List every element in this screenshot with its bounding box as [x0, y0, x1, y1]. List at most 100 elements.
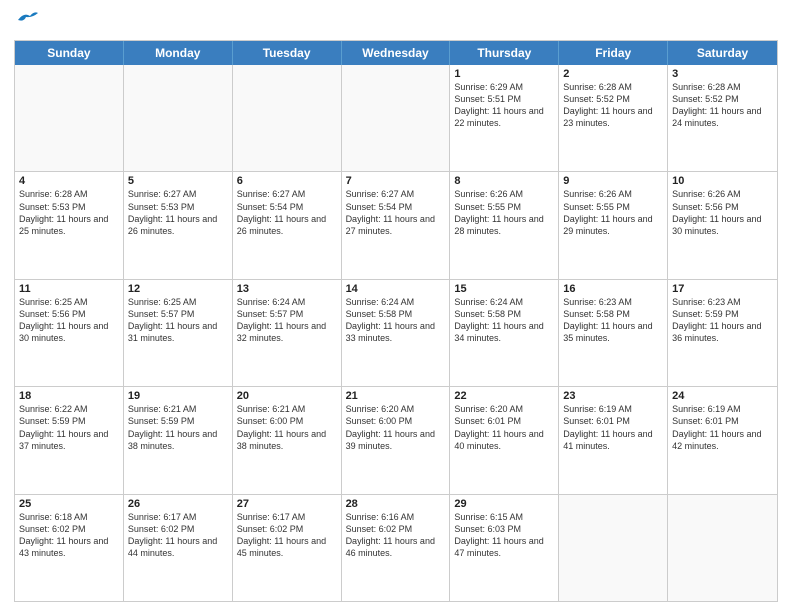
cal-cell: 24Sunrise: 6:19 AM Sunset: 6:01 PM Dayli…: [668, 387, 777, 493]
sun-info: Sunrise: 6:22 AM Sunset: 5:59 PM Dayligh…: [19, 403, 119, 452]
day-number: 4: [19, 175, 119, 187]
cal-cell: 17Sunrise: 6:23 AM Sunset: 5:59 PM Dayli…: [668, 280, 777, 386]
cal-cell: 1Sunrise: 6:29 AM Sunset: 5:51 PM Daylig…: [450, 65, 559, 171]
day-number: 13: [237, 283, 337, 295]
sun-info: Sunrise: 6:19 AM Sunset: 6:01 PM Dayligh…: [563, 403, 663, 452]
header-wednesday: Wednesday: [342, 41, 451, 65]
day-number: 19: [128, 390, 228, 402]
cal-cell: 25Sunrise: 6:18 AM Sunset: 6:02 PM Dayli…: [15, 495, 124, 601]
cal-cell: 16Sunrise: 6:23 AM Sunset: 5:58 PM Dayli…: [559, 280, 668, 386]
day-number: 28: [346, 498, 446, 510]
sun-info: Sunrise: 6:26 AM Sunset: 5:55 PM Dayligh…: [454, 188, 554, 237]
sun-info: Sunrise: 6:24 AM Sunset: 5:57 PM Dayligh…: [237, 296, 337, 345]
sun-info: Sunrise: 6:21 AM Sunset: 6:00 PM Dayligh…: [237, 403, 337, 452]
sun-info: Sunrise: 6:27 AM Sunset: 5:54 PM Dayligh…: [346, 188, 446, 237]
day-number: 12: [128, 283, 228, 295]
sun-info: Sunrise: 6:29 AM Sunset: 5:51 PM Dayligh…: [454, 81, 554, 130]
sun-info: Sunrise: 6:28 AM Sunset: 5:52 PM Dayligh…: [672, 81, 773, 130]
cal-cell: 9Sunrise: 6:26 AM Sunset: 5:55 PM Daylig…: [559, 172, 668, 278]
cal-cell: 11Sunrise: 6:25 AM Sunset: 5:56 PM Dayli…: [15, 280, 124, 386]
logo-bird-icon: [16, 10, 38, 28]
cal-cell: 26Sunrise: 6:17 AM Sunset: 6:02 PM Dayli…: [124, 495, 233, 601]
cal-cell: [668, 495, 777, 601]
week-row-1: 4Sunrise: 6:28 AM Sunset: 5:53 PM Daylig…: [15, 171, 777, 278]
sun-info: Sunrise: 6:23 AM Sunset: 5:58 PM Dayligh…: [563, 296, 663, 345]
cal-cell: 27Sunrise: 6:17 AM Sunset: 6:02 PM Dayli…: [233, 495, 342, 601]
sun-info: Sunrise: 6:27 AM Sunset: 5:54 PM Dayligh…: [237, 188, 337, 237]
day-number: 10: [672, 175, 773, 187]
day-number: 7: [346, 175, 446, 187]
day-number: 2: [563, 68, 663, 80]
header-monday: Monday: [124, 41, 233, 65]
sun-info: Sunrise: 6:20 AM Sunset: 6:00 PM Dayligh…: [346, 403, 446, 452]
cal-cell: [233, 65, 342, 171]
week-row-2: 11Sunrise: 6:25 AM Sunset: 5:56 PM Dayli…: [15, 279, 777, 386]
day-number: 27: [237, 498, 337, 510]
calendar: SundayMondayTuesdayWednesdayThursdayFrid…: [14, 40, 778, 602]
header-thursday: Thursday: [450, 41, 559, 65]
cal-cell: 3Sunrise: 6:28 AM Sunset: 5:52 PM Daylig…: [668, 65, 777, 171]
cal-cell: 2Sunrise: 6:28 AM Sunset: 5:52 PM Daylig…: [559, 65, 668, 171]
header-saturday: Saturday: [668, 41, 777, 65]
cal-cell: 18Sunrise: 6:22 AM Sunset: 5:59 PM Dayli…: [15, 387, 124, 493]
header-friday: Friday: [559, 41, 668, 65]
cal-cell: [559, 495, 668, 601]
cal-cell: 10Sunrise: 6:26 AM Sunset: 5:56 PM Dayli…: [668, 172, 777, 278]
sun-info: Sunrise: 6:19 AM Sunset: 6:01 PM Dayligh…: [672, 403, 773, 452]
day-number: 18: [19, 390, 119, 402]
sun-info: Sunrise: 6:26 AM Sunset: 5:55 PM Dayligh…: [563, 188, 663, 237]
cal-cell: 23Sunrise: 6:19 AM Sunset: 6:01 PM Dayli…: [559, 387, 668, 493]
logo: [14, 10, 38, 34]
header-tuesday: Tuesday: [233, 41, 342, 65]
sun-info: Sunrise: 6:27 AM Sunset: 5:53 PM Dayligh…: [128, 188, 228, 237]
day-number: 5: [128, 175, 228, 187]
day-number: 21: [346, 390, 446, 402]
calendar-header: SundayMondayTuesdayWednesdayThursdayFrid…: [15, 41, 777, 65]
cal-cell: 19Sunrise: 6:21 AM Sunset: 5:59 PM Dayli…: [124, 387, 233, 493]
day-number: 16: [563, 283, 663, 295]
day-number: 29: [454, 498, 554, 510]
sun-info: Sunrise: 6:16 AM Sunset: 6:02 PM Dayligh…: [346, 511, 446, 560]
day-number: 15: [454, 283, 554, 295]
cal-cell: 14Sunrise: 6:24 AM Sunset: 5:58 PM Dayli…: [342, 280, 451, 386]
cal-cell: 7Sunrise: 6:27 AM Sunset: 5:54 PM Daylig…: [342, 172, 451, 278]
calendar-body: 1Sunrise: 6:29 AM Sunset: 5:51 PM Daylig…: [15, 65, 777, 601]
day-number: 1: [454, 68, 554, 80]
day-number: 14: [346, 283, 446, 295]
cal-cell: 29Sunrise: 6:15 AM Sunset: 6:03 PM Dayli…: [450, 495, 559, 601]
cal-cell: [124, 65, 233, 171]
cal-cell: [15, 65, 124, 171]
header-sunday: Sunday: [15, 41, 124, 65]
day-number: 23: [563, 390, 663, 402]
cal-cell: 13Sunrise: 6:24 AM Sunset: 5:57 PM Dayli…: [233, 280, 342, 386]
day-number: 26: [128, 498, 228, 510]
header: [14, 10, 778, 34]
sun-info: Sunrise: 6:25 AM Sunset: 5:57 PM Dayligh…: [128, 296, 228, 345]
cal-cell: 12Sunrise: 6:25 AM Sunset: 5:57 PM Dayli…: [124, 280, 233, 386]
sun-info: Sunrise: 6:17 AM Sunset: 6:02 PM Dayligh…: [237, 511, 337, 560]
cal-cell: 28Sunrise: 6:16 AM Sunset: 6:02 PM Dayli…: [342, 495, 451, 601]
cal-cell: 5Sunrise: 6:27 AM Sunset: 5:53 PM Daylig…: [124, 172, 233, 278]
day-number: 8: [454, 175, 554, 187]
sun-info: Sunrise: 6:18 AM Sunset: 6:02 PM Dayligh…: [19, 511, 119, 560]
day-number: 17: [672, 283, 773, 295]
day-number: 9: [563, 175, 663, 187]
day-number: 20: [237, 390, 337, 402]
week-row-0: 1Sunrise: 6:29 AM Sunset: 5:51 PM Daylig…: [15, 65, 777, 171]
week-row-4: 25Sunrise: 6:18 AM Sunset: 6:02 PM Dayli…: [15, 494, 777, 601]
sun-info: Sunrise: 6:28 AM Sunset: 5:53 PM Dayligh…: [19, 188, 119, 237]
day-number: 22: [454, 390, 554, 402]
day-number: 11: [19, 283, 119, 295]
week-row-3: 18Sunrise: 6:22 AM Sunset: 5:59 PM Dayli…: [15, 386, 777, 493]
cal-cell: 21Sunrise: 6:20 AM Sunset: 6:00 PM Dayli…: [342, 387, 451, 493]
sun-info: Sunrise: 6:23 AM Sunset: 5:59 PM Dayligh…: [672, 296, 773, 345]
sun-info: Sunrise: 6:25 AM Sunset: 5:56 PM Dayligh…: [19, 296, 119, 345]
cal-cell: 20Sunrise: 6:21 AM Sunset: 6:00 PM Dayli…: [233, 387, 342, 493]
day-number: 24: [672, 390, 773, 402]
cal-cell: 4Sunrise: 6:28 AM Sunset: 5:53 PM Daylig…: [15, 172, 124, 278]
sun-info: Sunrise: 6:21 AM Sunset: 5:59 PM Dayligh…: [128, 403, 228, 452]
sun-info: Sunrise: 6:28 AM Sunset: 5:52 PM Dayligh…: [563, 81, 663, 130]
page: SundayMondayTuesdayWednesdayThursdayFrid…: [0, 0, 792, 612]
day-number: 3: [672, 68, 773, 80]
sun-info: Sunrise: 6:24 AM Sunset: 5:58 PM Dayligh…: [454, 296, 554, 345]
